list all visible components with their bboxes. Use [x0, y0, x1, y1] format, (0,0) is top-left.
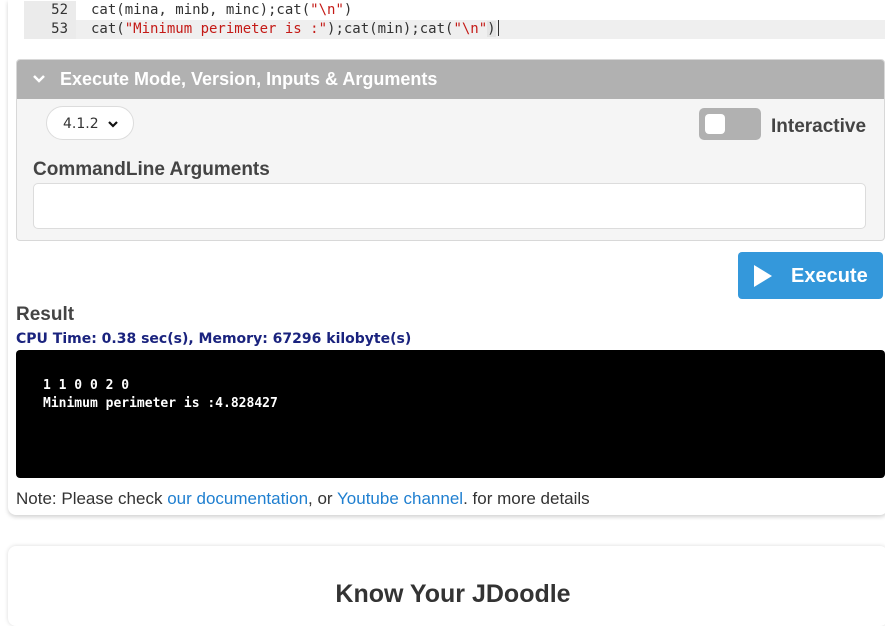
- code-text: cat(mina, minb, minc);cat("\n"): [91, 2, 353, 18]
- execute-options-title: Execute Mode, Version, Inputs & Argument…: [60, 69, 438, 89]
- toggle-knob: [705, 114, 725, 134]
- execution-stats: CPU Time: 0.38 sec(s), Memory: 67296 kil…: [16, 331, 412, 347]
- version-select[interactable]: 4.1.2: [46, 106, 134, 140]
- know-jdoodle-card: Know Your JDoodle: [8, 546, 885, 626]
- chevron-down-icon: [106, 107, 120, 154]
- output-line: 1 1 0 0 2 0: [43, 378, 130, 393]
- text-cursor: [497, 20, 499, 36]
- args-label: CommandLine Arguments: [33, 159, 270, 180]
- code-line[interactable]: 52 cat(mina, minb, minc);cat("\n"): [24, 1, 885, 20]
- help-note: Note: Please check our documentation, or…: [16, 489, 590, 508]
- args-input[interactable]: [33, 183, 866, 229]
- execute-options-panel: Execute Mode, Version, Inputs & Argument…: [16, 59, 885, 241]
- interactive-toggle[interactable]: [699, 108, 761, 140]
- code-text: cat("Minimum perimeter is :");cat(min);c…: [91, 20, 499, 39]
- chevron-down-icon: [31, 60, 47, 114]
- line-number: 52: [24, 1, 76, 20]
- result-label: Result: [16, 304, 75, 325]
- line-number: 53: [24, 20, 76, 39]
- code-editor[interactable]: 52 cat(mina, minb, minc);cat("\n") 53 ca…: [24, 0, 885, 44]
- play-icon: [754, 265, 772, 287]
- documentation-link[interactable]: our documentation: [167, 489, 308, 508]
- interactive-label: Interactive: [771, 116, 867, 137]
- execute-button[interactable]: Execute: [738, 252, 883, 299]
- youtube-channel-link[interactable]: Youtube channel: [337, 489, 463, 508]
- output-console[interactable]: 1 1 0 0 2 0 Minimum perimeter is :4.8284…: [16, 350, 885, 478]
- version-value: 4.1.2: [63, 116, 99, 132]
- output-line: Minimum perimeter is :4.828427: [43, 396, 278, 411]
- code-line-active[interactable]: 53 cat("Minimum perimeter is :");cat(min…: [24, 20, 885, 39]
- section-heading: Know Your JDoodle: [335, 580, 571, 608]
- execute-options-header[interactable]: Execute Mode, Version, Inputs & Argument…: [17, 60, 884, 99]
- execute-label: Execute: [791, 265, 868, 287]
